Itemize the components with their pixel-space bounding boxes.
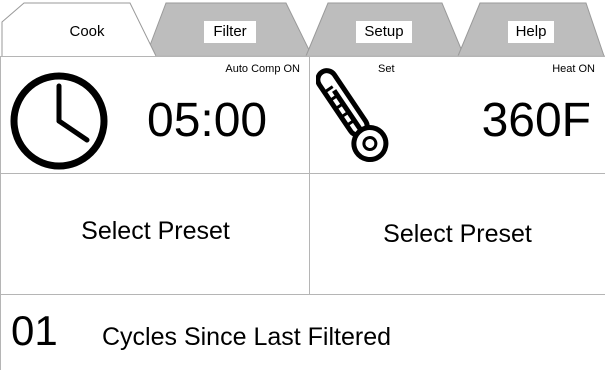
auto-comp-status: Auto Comp ON [225, 63, 300, 75]
cook-timer-panel[interactable]: Auto Comp ON 05:00 [0, 56, 310, 174]
tab-setup-label: Setup [356, 21, 412, 43]
select-preset-right-label: Select Preset [383, 220, 532, 248]
timer-value: 05:00 [147, 94, 268, 147]
temperature-value: 360F [481, 94, 591, 147]
select-preset-left-label: Select Preset [81, 217, 230, 245]
cycles-count: 01 [11, 307, 58, 354]
tab-help-label: Help [508, 21, 554, 43]
tab-filter-label: Filter [204, 21, 256, 43]
temperature-panel[interactable]: Set Heat ON 360F [309, 56, 605, 174]
fryer-control-screen: Cook Filter Setup Help Auto Comp ON 05:0… [0, 0, 605, 370]
tab-cook[interactable]: Cook [2, 2, 152, 56]
tab-bar: Cook Filter Setup Help [0, 0, 605, 57]
heat-status: Heat ON [552, 63, 595, 75]
tab-filter[interactable]: Filter [152, 2, 308, 56]
tab-help[interactable]: Help [460, 2, 604, 56]
tab-cook-label: Cook [69, 23, 105, 40]
select-preset-left-button[interactable]: Select Preset [0, 173, 310, 295]
select-preset-right-button[interactable]: Select Preset [309, 173, 605, 295]
cycles-label: Cycles Since Last Filtered [102, 323, 392, 351]
cycles-since-filtered-panel: 01 Cycles Since Last Filtered [0, 294, 605, 370]
clock-icon [10, 72, 108, 170]
tab-setup[interactable]: Setup [308, 2, 460, 56]
set-status: Set [378, 63, 395, 75]
